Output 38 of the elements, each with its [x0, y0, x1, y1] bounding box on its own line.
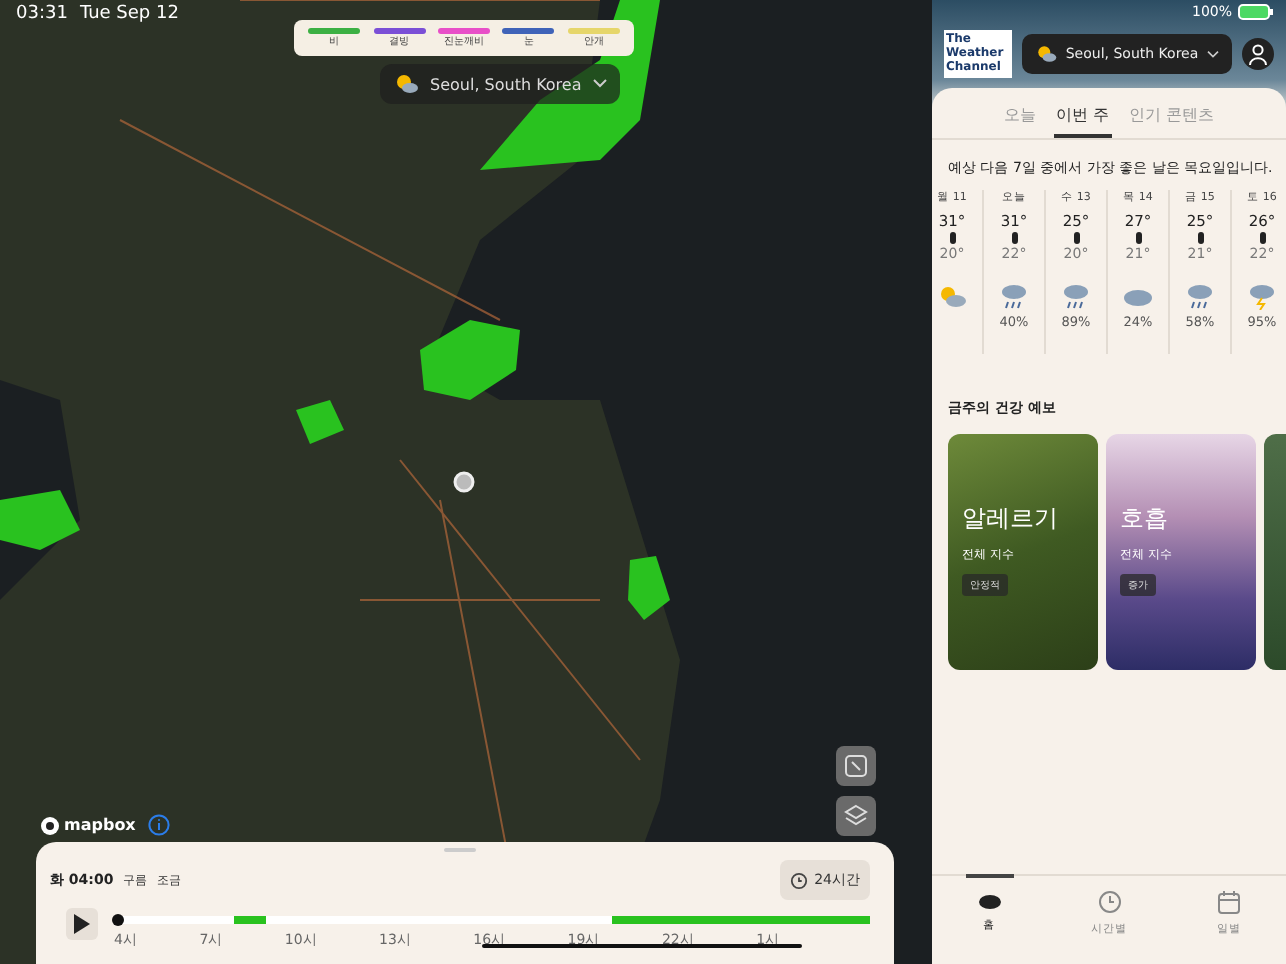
card-title: 호흡 [1120, 502, 1168, 536]
mapbox-logo-icon [40, 815, 60, 835]
card-title: 알레르기 [962, 502, 1058, 536]
sun-cloud-icon [1033, 42, 1058, 66]
timeline-handle[interactable] [112, 913, 124, 925]
rain-cloud-icon [1060, 282, 1092, 310]
temp-range-bar [1197, 232, 1203, 244]
rain-cloud-icon [1184, 282, 1216, 310]
temp-range-bar [1135, 232, 1141, 244]
layers-icon [844, 804, 868, 828]
chevron-down-icon [591, 78, 608, 90]
tab[interactable]: 이번 주 [1053, 100, 1111, 138]
status-time: 03:31 [16, 4, 68, 24]
temp-range-bar [949, 232, 955, 244]
sun-cloud-icon [936, 282, 968, 310]
temp-range-bar [1259, 232, 1265, 244]
status-date: Tue Sep 12 [79, 4, 179, 24]
clock-icon [1097, 890, 1121, 914]
thunderstorm-icon [1246, 282, 1278, 310]
location-selector[interactable]: Seoul, South Korea [380, 64, 620, 104]
person-icon [1248, 43, 1268, 65]
sun-cloud-icon [392, 70, 420, 98]
battery-icon [1238, 4, 1274, 20]
cloud-icon [977, 890, 1001, 910]
info-icon[interactable] [147, 814, 170, 836]
rain-cloud-icon [998, 282, 1030, 310]
layers-button[interactable] [836, 796, 876, 836]
temp-range-bar [1073, 232, 1079, 244]
attribution-text: mapbox [64, 816, 136, 834]
expand-icon [844, 754, 868, 778]
calendar-icon [1218, 890, 1240, 914]
chevron-down-icon [1206, 49, 1221, 59]
clock-icon [790, 871, 809, 889]
profile-button[interactable] [1242, 38, 1274, 70]
play-icon [72, 912, 92, 936]
play-button[interactable] [66, 908, 98, 940]
fullscreen-button[interactable] [836, 746, 876, 786]
temp-range-bar [1011, 232, 1017, 244]
